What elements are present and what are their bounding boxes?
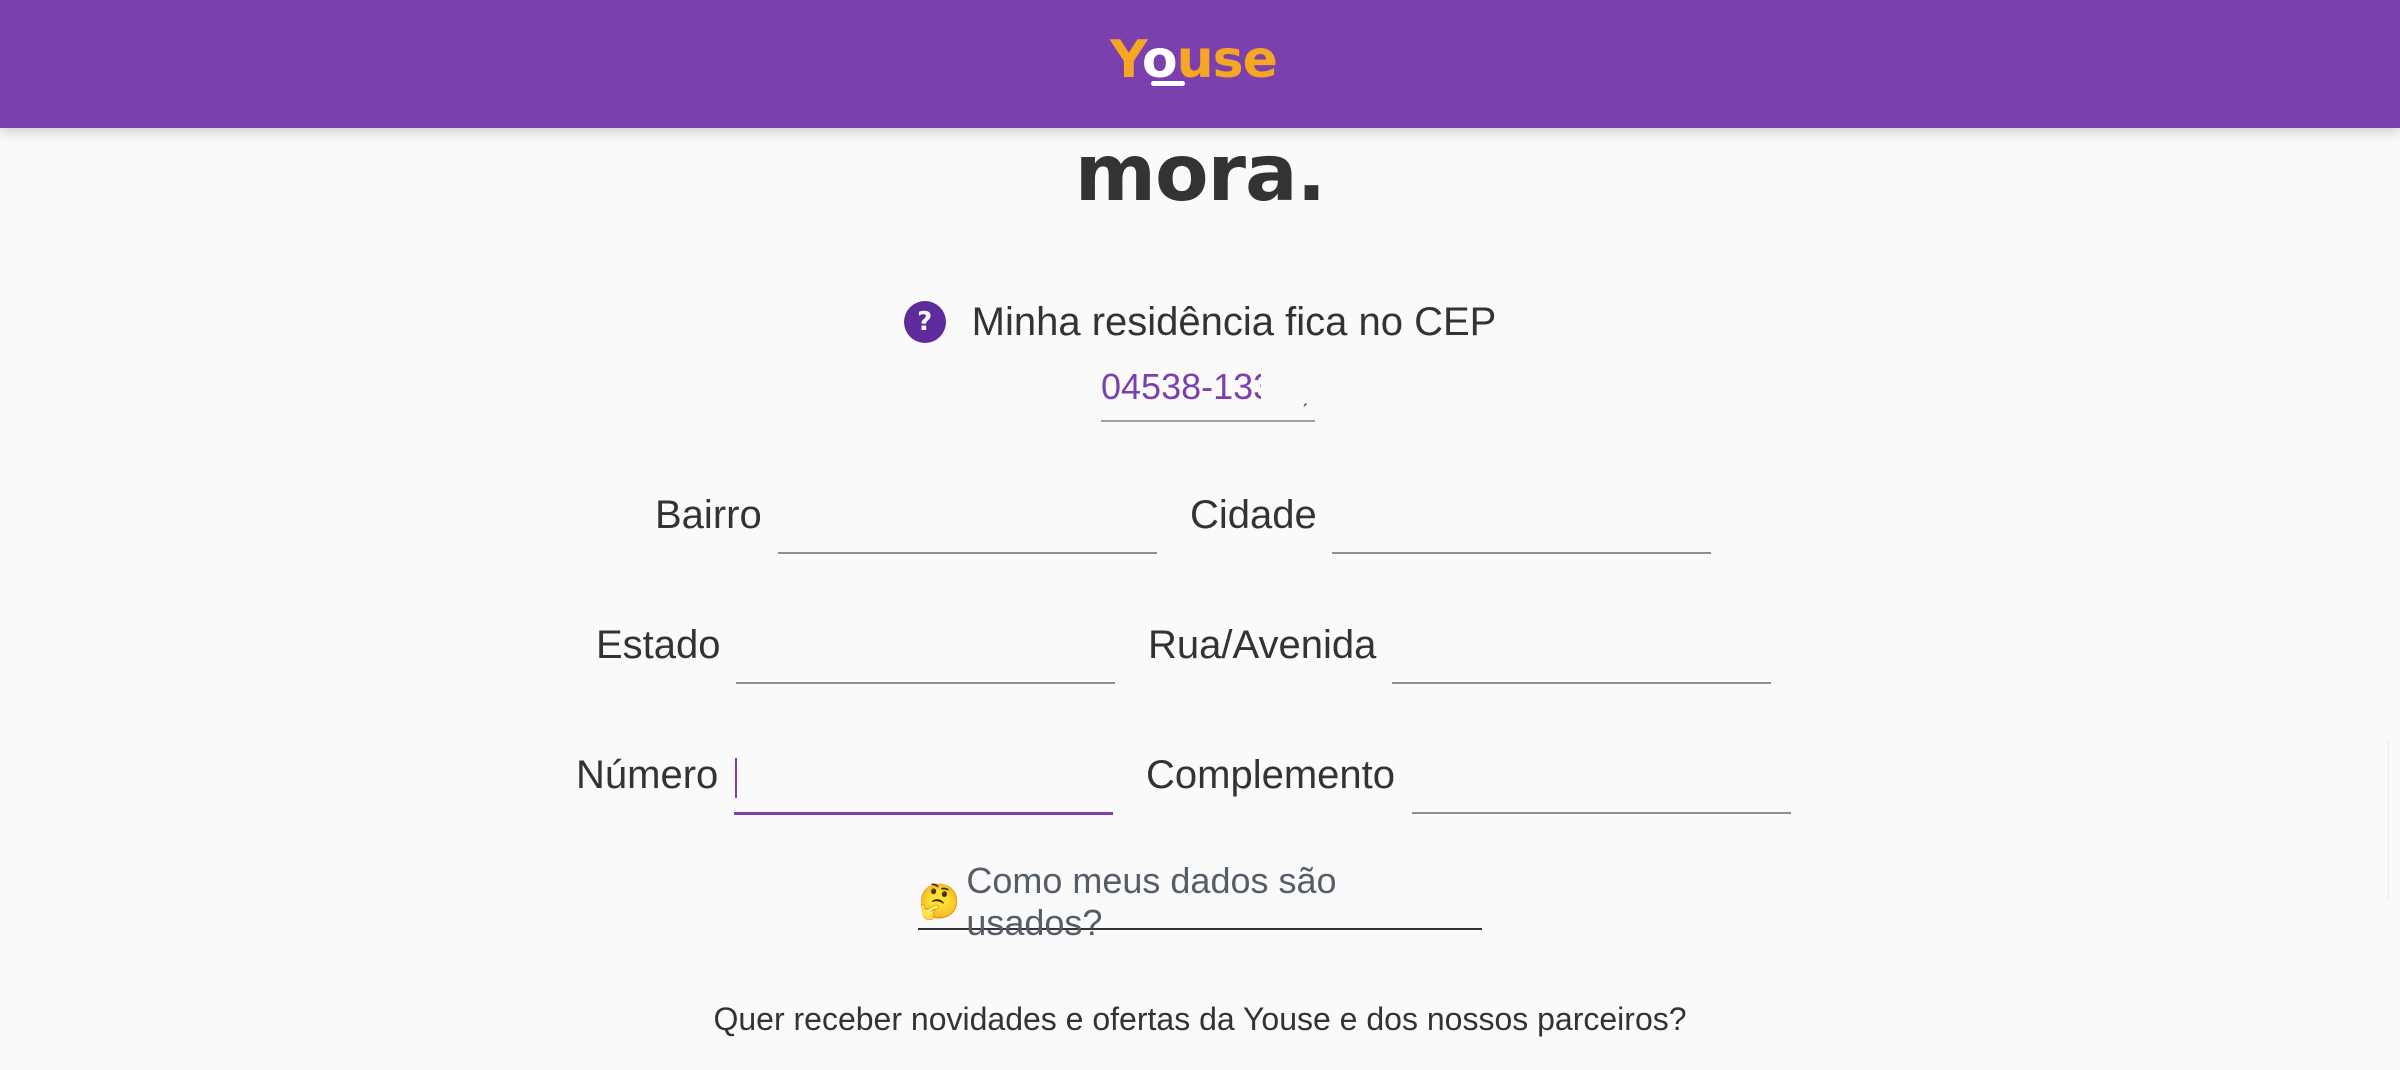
rua-avenida-label: Rua/Avenida [1148, 623, 1377, 667]
scrollbar-track[interactable] [2388, 740, 2395, 900]
cidade-input[interactable] [1332, 504, 1711, 554]
estado-label: Estado [596, 623, 721, 667]
cep-label: Minha residência fica no CEP [971, 299, 1497, 344]
numero-input[interactable] [734, 764, 1113, 815]
bairro-label: Bairro [655, 493, 762, 537]
text-cursor [735, 758, 737, 798]
numero-label: Número [576, 753, 719, 797]
complemento-label: Complemento [1146, 753, 1396, 797]
logo-smile-underline [1151, 81, 1185, 86]
cep-input[interactable] [1101, 362, 1261, 412]
question-mark-icon[interactable]: ? [903, 301, 946, 343]
estado-input[interactable] [736, 634, 1115, 684]
logo-wordmark: Youse [1110, 22, 1278, 98]
cep-edit-icon[interactable]: ˏ [1301, 382, 1308, 408]
data-usage-link[interactable]: 🤔 Como meus dados são usados? [918, 860, 1482, 943]
cidade-label: Cidade [1190, 493, 1317, 537]
newsletter-question: Quer receber novidades e ofertas da Yous… [713, 1001, 1687, 1037]
thinking-face-icon: 🤔 [918, 883, 961, 921]
rua-avenida-input[interactable] [1392, 634, 1771, 684]
complemento-input[interactable] [1412, 764, 1791, 814]
top-header: Youse [0, 0, 2400, 128]
data-usage-link-label: Como meus dados são usados? [966, 860, 1337, 943]
page-heading: mora. [1074, 129, 1327, 219]
cep-field: ˏ [1101, 360, 1315, 422]
cep-row: ? Minha residência fica no CEP [0, 294, 2400, 350]
bairro-input[interactable] [778, 504, 1157, 554]
logo-letters-use: use [1176, 30, 1278, 90]
youse-logo[interactable]: Youse [1110, 22, 1290, 98]
logo-letter-y: Y [1110, 30, 1143, 90]
